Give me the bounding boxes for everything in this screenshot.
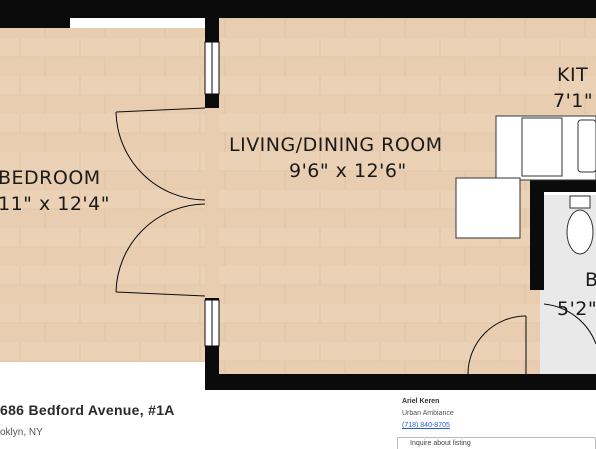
room-dimensions-bedroom: 11" x 12'4" bbox=[0, 193, 110, 215]
bath-wall-top bbox=[530, 180, 596, 192]
listing-address: 686 Bedford Avenue, #1A bbox=[0, 402, 175, 418]
bath-wall-left bbox=[530, 180, 544, 290]
top-wall bbox=[0, 0, 596, 18]
agent-name: Ariel Keren bbox=[402, 398, 440, 405]
room-label-kitchen: KIT bbox=[557, 64, 589, 86]
room-label-living-dining: LIVING/DINING ROOM bbox=[229, 134, 443, 156]
living-bottom-wall bbox=[205, 374, 596, 390]
room-dimensions-kitchen: 7'1" bbox=[553, 90, 594, 112]
room-label-bath: B bbox=[585, 269, 596, 291]
room-dimensions-bath: 5'2" bbox=[557, 298, 596, 320]
inquire-button[interactable]: Inquire about listing bbox=[397, 437, 596, 449]
agent-company: Urban Ambiance bbox=[402, 410, 454, 417]
listing-city: oklyn, NY bbox=[0, 427, 43, 438]
room-label-bedroom: BEDROOM bbox=[0, 167, 101, 189]
kitchen-island bbox=[455, 177, 521, 239]
agent-phone-link[interactable]: (718) 840-8705 bbox=[402, 422, 450, 429]
toilet bbox=[566, 209, 594, 255]
bedroom-top-wall bbox=[0, 18, 70, 28]
floor-plan: BEDROOM 11" x 12'4" LIVING/DINING ROOM 9… bbox=[0, 0, 596, 390]
room-dimensions-living-dining: 9'6" x 12'6" bbox=[289, 160, 407, 182]
bottom-wall bbox=[0, 362, 205, 390]
